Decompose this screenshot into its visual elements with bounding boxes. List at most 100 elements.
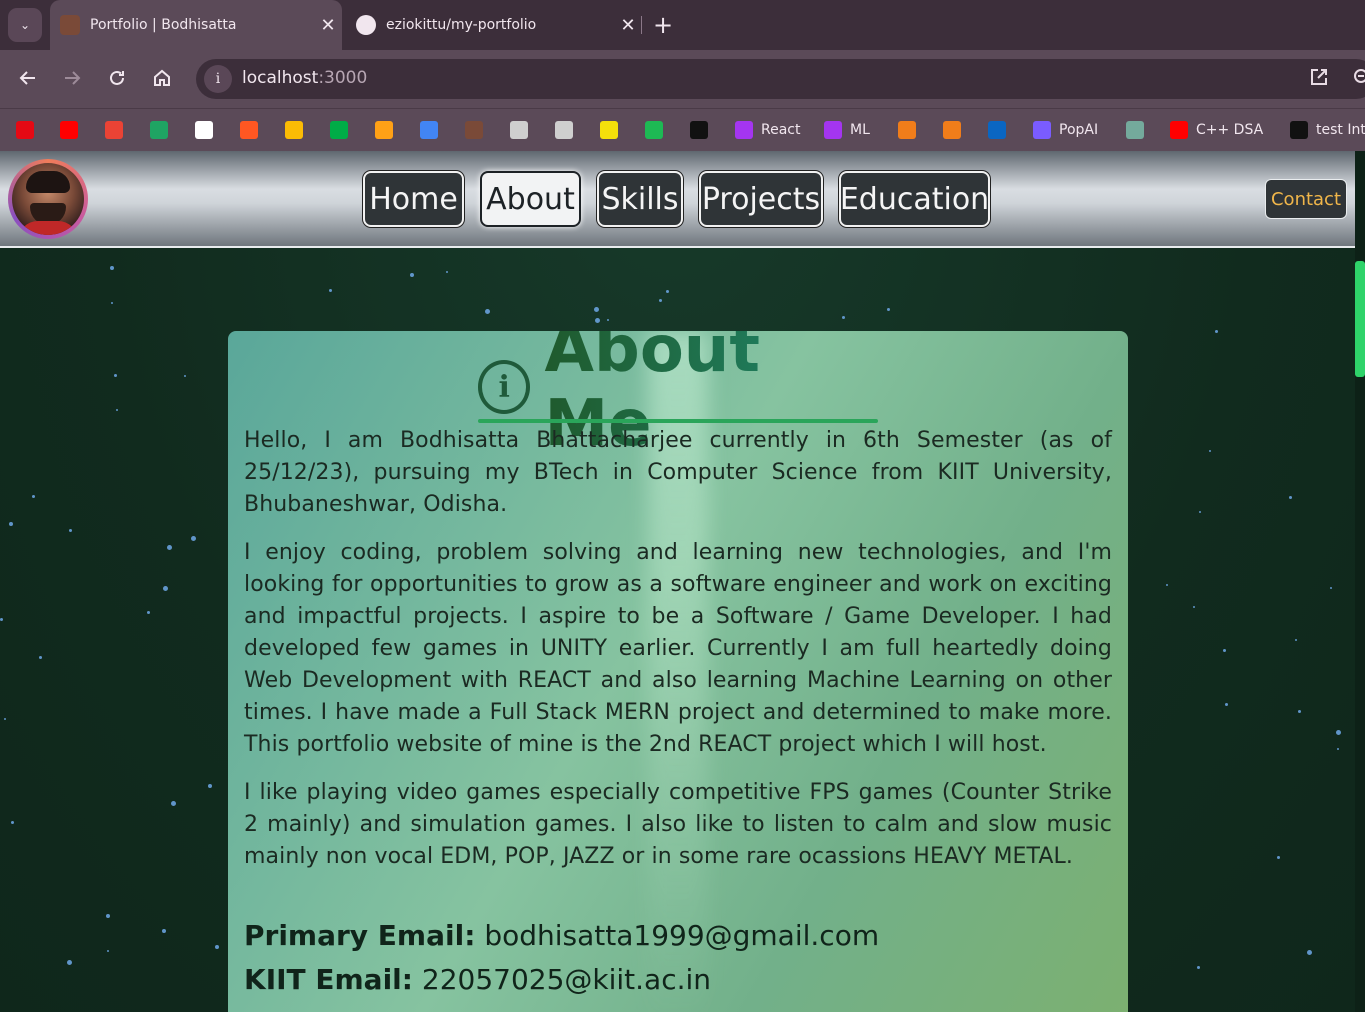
star-particle (67, 960, 72, 965)
back-button[interactable] (13, 63, 43, 93)
site-info-icon[interactable]: i (204, 65, 232, 93)
bookmark-item[interactable] (988, 118, 1006, 142)
star-particle (114, 374, 117, 377)
udemy-icon (735, 121, 753, 139)
bookmark-item[interactable] (943, 118, 961, 142)
star-particle (32, 495, 35, 498)
linkedin-icon (988, 121, 1006, 139)
tab-github[interactable]: eziokittu/my-portfolio ✕ (346, 0, 642, 50)
bookmarks-bar: React ML PopAI C++ DSA test Inte (0, 108, 1365, 151)
bookmark-item[interactable] (375, 118, 393, 142)
new-tab-button[interactable]: + (650, 10, 676, 40)
home-icon (154, 69, 170, 86)
bookmark-item[interactable] (555, 118, 573, 142)
unity-icon (510, 121, 528, 139)
tab-search-button[interactable]: ⌄ (8, 8, 42, 42)
codingninjas-icon (943, 121, 961, 139)
scrollbar-thumb[interactable] (1355, 261, 1365, 377)
star-particle (485, 309, 490, 314)
nav-skills-button[interactable]: Skills (597, 171, 683, 227)
address-bar[interactable]: i localhost:3000 (196, 59, 1365, 99)
bookmark-item[interactable] (420, 118, 438, 142)
kiit-email-value[interactable]: 22057025@kiit.ac.in (422, 963, 711, 996)
nav-about-button[interactable]: About (480, 171, 581, 227)
bookmark-item[interactable] (285, 118, 303, 142)
analytics-icon (420, 121, 438, 139)
forward-arrow-icon (65, 71, 81, 85)
primary-email-value[interactable]: bodhisatta1999@gmail.com (484, 919, 879, 952)
kiit-email-label: KIIT Email: (244, 963, 413, 996)
nav-education-button[interactable]: Education (839, 171, 990, 227)
contact-button[interactable]: Contact (1265, 179, 1347, 219)
star-particle (107, 950, 109, 952)
reload-button[interactable] (102, 63, 132, 93)
meet-icon (330, 121, 348, 139)
nav-home-button[interactable]: Home (363, 171, 464, 227)
bookmark-item[interactable]: PopAI (1033, 118, 1098, 142)
star-particle (111, 302, 113, 304)
bookmark-label: ML (850, 122, 870, 138)
star-particle (0, 618, 3, 621)
tab-portfolio[interactable]: Portfolio | Bodhisatta ✕ (50, 0, 342, 50)
about-paragraph-interests: I enjoy coding, problem solving and lear… (244, 540, 1112, 757)
bookmark-label: test Inte (1316, 122, 1365, 138)
github-icon (195, 121, 213, 139)
profile-icon (465, 121, 483, 139)
primary-email-line: Primary Email: bodhisatta1999@gmail.com (244, 919, 879, 952)
bookmark-item[interactable] (600, 118, 618, 142)
about-title: i About Me (478, 331, 878, 461)
bookmark-item[interactable]: C++ DSA (1170, 118, 1263, 142)
hackerrank-icon (690, 121, 708, 139)
primary-email-label: Primary Email: (244, 919, 476, 952)
browser-toolbar: i localhost:3000 (0, 50, 1365, 108)
kiit-email-line: KIIT Email: 22057025@kiit.ac.in (244, 963, 711, 996)
bookmark-item[interactable] (690, 118, 708, 142)
zoom-icon[interactable] (1352, 67, 1365, 92)
star-particle (11, 821, 14, 824)
wavy-icon (600, 121, 618, 139)
url-text[interactable]: localhost:3000 (242, 68, 367, 88)
page-scrollbar[interactable] (1355, 151, 1365, 1012)
hackerrank-icon (1290, 121, 1308, 139)
star-particle (446, 271, 448, 273)
bookmark-item[interactable] (195, 118, 213, 142)
classroom-icon (285, 121, 303, 139)
nav-projects-button[interactable]: Projects (699, 171, 823, 227)
star-particle (1298, 710, 1301, 713)
close-tab-icon[interactable]: ✕ (314, 15, 342, 36)
star-particle (106, 914, 110, 918)
bookmark-item[interactable]: React (735, 118, 800, 142)
forward-button[interactable] (57, 63, 87, 93)
star-particle (69, 529, 72, 532)
star-particle (666, 290, 669, 293)
bookmark-item[interactable]: ML (824, 118, 870, 142)
udemy-icon (824, 121, 842, 139)
bookmark-item[interactable] (16, 118, 34, 142)
star-particle (116, 409, 118, 411)
bookmark-item[interactable] (1126, 118, 1144, 142)
github-favicon-icon (356, 15, 376, 35)
close-tab-icon[interactable]: ✕ (614, 15, 642, 36)
star-particle (842, 316, 845, 319)
site-navbar: Home About Skills Projects Education Con… (0, 151, 1355, 248)
bookmark-item[interactable] (898, 118, 916, 142)
open-in-app-icon[interactable] (1309, 67, 1329, 92)
home-button[interactable] (147, 63, 177, 93)
bookmark-item[interactable] (150, 118, 168, 142)
title-underline (478, 419, 878, 423)
bookmark-item[interactable] (510, 118, 528, 142)
star-particle (4, 718, 6, 720)
bookmark-item[interactable] (465, 118, 483, 142)
star-particle (110, 266, 114, 270)
tab-divider (641, 16, 642, 34)
star-particle (329, 289, 332, 292)
bookmark-item[interactable] (645, 118, 663, 142)
star-particle (1166, 584, 1168, 586)
popai-icon (1033, 121, 1051, 139)
bookmark-item[interactable] (330, 118, 348, 142)
bookmark-item[interactable] (60, 118, 78, 142)
avatar[interactable] (8, 159, 88, 239)
bookmark-item[interactable]: test Inte (1290, 118, 1365, 142)
bookmark-item[interactable] (105, 118, 123, 142)
bookmark-item[interactable] (240, 118, 258, 142)
